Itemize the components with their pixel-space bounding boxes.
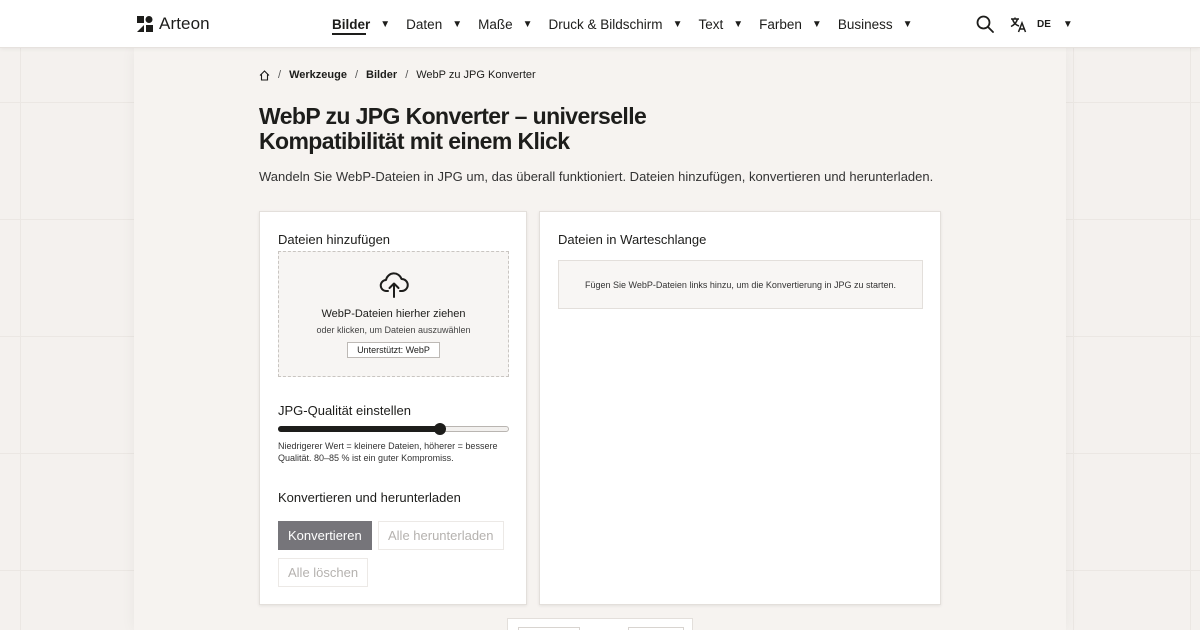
- breadcrumb: / Werkzeuge / Bilder / WebP zu JPG Konve…: [259, 69, 536, 81]
- language-code: DE: [1037, 18, 1051, 30]
- nav-item-text[interactable]: Text ▼: [698, 0, 743, 48]
- logo-icon: [137, 16, 153, 32]
- download-all-button[interactable]: Alle herunterladen: [378, 521, 504, 550]
- slider-thumb[interactable]: [433, 423, 446, 435]
- breadcrumb-separator: /: [354, 69, 358, 81]
- nav-label: Bilder: [332, 16, 371, 32]
- nav-label: Business: [837, 16, 893, 32]
- caret-down-icon: ▼: [672, 18, 683, 30]
- breadcrumb-werkzeuge[interactable]: Werkzeuge: [289, 69, 347, 81]
- slider-fill: [278, 426, 440, 432]
- nav-item-farben[interactable]: Farben ▼: [759, 0, 822, 48]
- breadcrumb-bilder[interactable]: Bilder: [366, 69, 397, 81]
- caret-down-icon: ▼: [733, 18, 744, 30]
- logo[interactable]: Arteon: [137, 14, 210, 34]
- dropzone-title: WebP-Dateien hierher ziehen: [321, 308, 466, 320]
- actions-heading: Konvertieren und herunterladen: [278, 490, 461, 505]
- clear-all-button[interactable]: Alle löschen: [278, 558, 369, 587]
- caret-down-icon: ▼: [811, 18, 822, 30]
- search-icon: [976, 15, 994, 33]
- queue-card: Dateien in Warteschlange Fügen Sie WebP-…: [539, 211, 941, 605]
- bottom-controls: [507, 618, 693, 630]
- nav-label: Daten: [406, 16, 443, 32]
- breadcrumb-separator: /: [278, 69, 282, 81]
- nav-item-druck-bildschirm[interactable]: Druck & Bildschirm ▼: [549, 0, 683, 48]
- supported-format-badge: Unterstützt: WebP: [347, 342, 440, 358]
- breadcrumb-separator: /: [405, 69, 409, 81]
- language-switcher[interactable]: DE ▼: [1010, 15, 1073, 33]
- dropzone-subtitle: oder klicken, um Dateien auszuwählen: [316, 325, 471, 335]
- top-navigation-bar: Arteon Bilder ▼ Daten ▼ Maße ▼ Druck & B…: [0, 0, 1200, 48]
- logo-text: Arteon: [159, 14, 210, 33]
- nav-label: Text: [698, 16, 724, 32]
- breadcrumb-current: WebP zu JPG Konverter: [416, 69, 536, 81]
- page-subtitle: Wandeln Sie WebP-Dateien in JPG um, das …: [259, 169, 934, 184]
- nav-item-bilder[interactable]: Bilder ▼: [332, 0, 390, 48]
- add-files-card: Dateien hinzufügen WebP-Dateien hierher …: [259, 211, 527, 605]
- queue-empty-message: Fügen Sie WebP-Dateien links hinzu, um d…: [558, 260, 923, 309]
- quality-slider[interactable]: [278, 423, 509, 435]
- nav-item-business[interactable]: Business ▼: [838, 0, 913, 48]
- nav-label: Druck & Bildschirm: [548, 16, 663, 32]
- add-files-heading: Dateien hinzufügen: [278, 232, 391, 247]
- file-dropzone[interactable]: WebP-Dateien hierher ziehen oder klicken…: [278, 251, 509, 377]
- caret-down-icon: ▼: [902, 18, 913, 30]
- caret-down-icon: ▼: [1062, 18, 1073, 30]
- search-button[interactable]: [976, 15, 994, 33]
- quality-hint: Niedrigerer Wert = kleinere Dateien, höh…: [278, 441, 498, 463]
- translate-icon: [1010, 17, 1027, 32]
- caret-down-icon: ▼: [522, 18, 533, 30]
- caret-down-icon: ▼: [452, 18, 463, 30]
- nav-label: Farben: [759, 16, 802, 32]
- queue-heading: Dateien in Warteschlange: [558, 232, 707, 247]
- nav-item-daten[interactable]: Daten ▼: [406, 0, 462, 48]
- nav-item-masse[interactable]: Maße ▼: [478, 0, 532, 48]
- nav-label: Maße: [478, 16, 513, 32]
- page-title: WebP zu JPG Konverter – universelle Komp…: [259, 103, 647, 154]
- home-icon[interactable]: [259, 69, 270, 81]
- quality-heading: JPG-Qualität einstellen: [278, 403, 411, 418]
- main-nav: Bilder ▼ Daten ▼ Maße ▼ Druck & Bildschi…: [332, 0, 929, 48]
- cloud-upload-icon: [379, 272, 409, 298]
- caret-down-icon: ▼: [380, 18, 391, 30]
- convert-button[interactable]: Konvertieren: [278, 521, 372, 550]
